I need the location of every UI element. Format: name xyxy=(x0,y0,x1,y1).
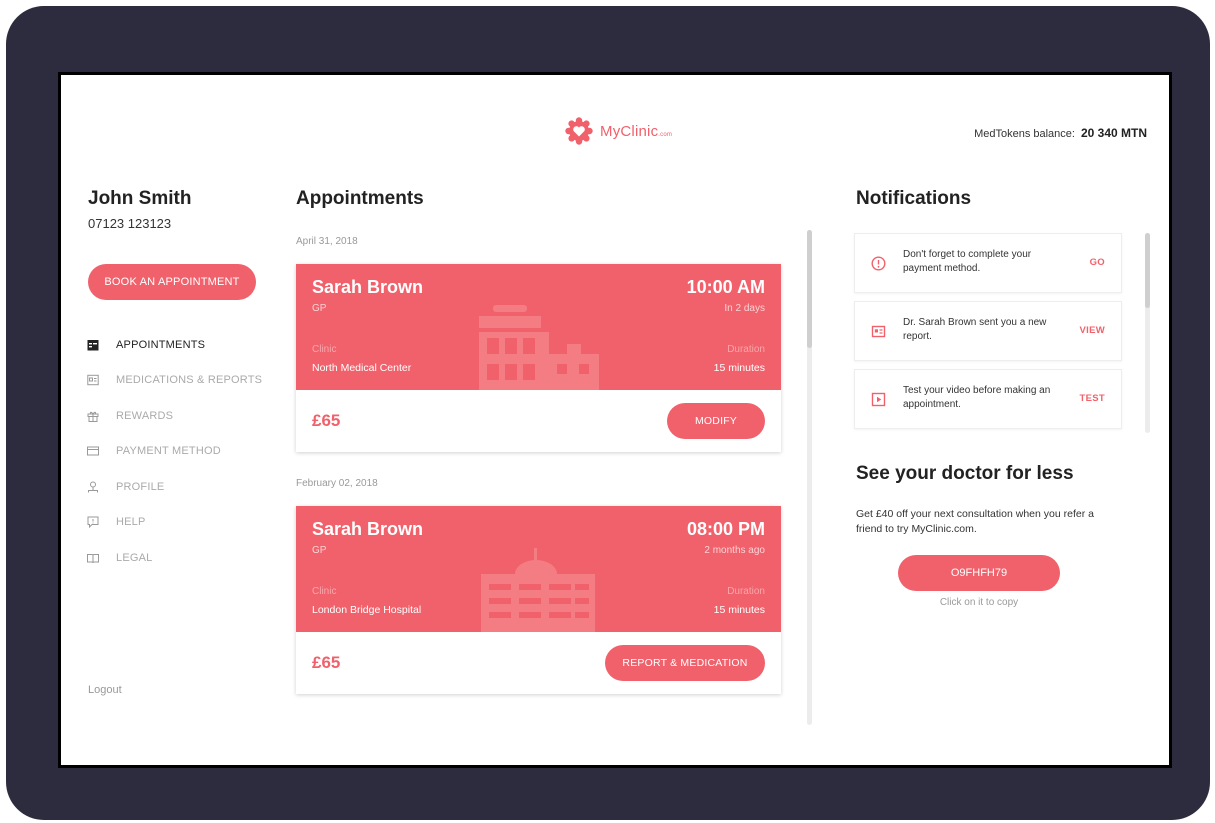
help-icon xyxy=(86,515,100,529)
user-icon xyxy=(86,480,100,494)
referral-title: See your doctor for less xyxy=(856,463,1074,484)
sidebar-nav: APPOINTMENTS MEDICATIONS & REPORTS REWAR… xyxy=(86,327,262,576)
modify-button[interactable]: MODIFY xyxy=(667,403,765,439)
duration-label: Duration xyxy=(727,586,765,597)
doctor-name: Sarah Brown xyxy=(312,277,424,297)
video-icon xyxy=(871,392,886,407)
user-phone: 07123 123123 xyxy=(88,216,172,231)
sidebar-item-appointments[interactable]: APPOINTMENTS xyxy=(86,327,262,363)
clinic-name: London Bridge Hospital xyxy=(312,604,422,616)
appointments-scrollbar[interactable] xyxy=(807,230,812,725)
sidebar-item-label: PROFILE xyxy=(116,480,165,493)
notification-view-link[interactable]: VIEW xyxy=(1080,325,1105,336)
appointment-time: 08:00 PM xyxy=(686,519,765,539)
notification-text: Don't forget to complete your payment me… xyxy=(903,249,1032,274)
notification-text: Dr. Sarah Brown sent you a new report. xyxy=(903,317,1047,342)
hospital-building-icon xyxy=(481,548,595,632)
copy-hint: Click on it to copy xyxy=(939,597,1019,608)
heart-logo-icon xyxy=(565,117,593,145)
notification-item[interactable]: Test your video before making an appoint… xyxy=(854,369,1122,429)
sidebar-item-label: PAYMENT METHOD xyxy=(116,445,221,458)
clinic-label: Clinic xyxy=(312,344,337,355)
notifications-title: Notifications xyxy=(856,188,972,209)
duration-label: Duration xyxy=(727,344,765,355)
report-medication-button[interactable]: REPORT & MEDICATION xyxy=(605,645,765,681)
appointment-card-header: Sarah Brown GP 10:00 AM In 2 days Clinic… xyxy=(296,264,781,390)
doctor-type: GP xyxy=(312,545,327,556)
sidebar-item-label: LEGAL xyxy=(116,551,153,564)
appointment-relative-time: 2 months ago xyxy=(704,545,765,556)
sidebar-item-label: APPOINTMENTS xyxy=(116,338,206,351)
sidebar-item-label: MEDICATIONS & REPORTS xyxy=(116,374,263,387)
logout-link[interactable]: Logout xyxy=(88,684,122,696)
sidebar-item-medications-reports[interactable]: MEDICATIONS & REPORTS xyxy=(86,363,262,399)
book-icon xyxy=(86,551,100,565)
clinic-building-icon xyxy=(479,305,599,390)
doctor-type: GP xyxy=(312,303,327,314)
clinic-name: North Medical Center xyxy=(312,362,412,374)
device-frame: MyClinic.com MedTokens balance: 20 340 MT… xyxy=(6,6,1210,820)
notifications-scrollbar[interactable] xyxy=(1145,233,1150,433)
logo[interactable]: MyClinic.com xyxy=(564,115,672,147)
app-screen: MyClinic.com MedTokens balance: 20 340 MT… xyxy=(58,72,1172,768)
gift-icon xyxy=(86,409,100,423)
report-icon xyxy=(86,373,100,387)
appointment-card[interactable]: Sarah Brown GP 08:00 PM 2 months ago Cli… xyxy=(296,506,781,694)
calendar-icon xyxy=(86,338,100,352)
appointment-price: £65 xyxy=(312,653,341,672)
logo-suffix: .com xyxy=(658,131,673,138)
appointment-card[interactable]: Sarah Brown GP 10:00 AM In 2 days Clinic… xyxy=(296,264,781,452)
notification-item[interactable]: Dr. Sarah Brown sent you a new report. V… xyxy=(854,301,1122,361)
medtokens-balance: MedTokens balance: 20 340 MTN xyxy=(974,126,1147,140)
doctor-name: Sarah Brown xyxy=(312,519,424,539)
referral-text: Get £40 off your next consultation when … xyxy=(856,508,1094,535)
info-icon xyxy=(871,256,886,271)
appointment-price: £65 xyxy=(312,411,341,430)
clinic-label: Clinic xyxy=(312,586,337,597)
duration-value: 15 minutes xyxy=(713,604,765,616)
referral-code-button[interactable]: O9FHFH79 xyxy=(898,555,1060,591)
user-name: John Smith xyxy=(88,188,192,209)
notification-test-link[interactable]: TEST xyxy=(1080,393,1105,404)
appointment-date: April 31, 2018 xyxy=(296,236,358,247)
sidebar-item-legal[interactable]: LEGAL xyxy=(86,540,262,576)
appointments-title: Appointments xyxy=(296,188,424,209)
notification-text: Test your video before making an appoint… xyxy=(903,385,1051,410)
appointment-card-header: Sarah Brown GP 08:00 PM 2 months ago Cli… xyxy=(296,506,781,632)
balance-value: 20 340 MTN xyxy=(1080,126,1147,140)
notification-go-link[interactable]: GO xyxy=(1090,257,1105,268)
logo-text: MyClinic xyxy=(600,122,659,140)
appointment-relative-time: In 2 days xyxy=(724,303,765,314)
notification-item[interactable]: Don't forget to complete your payment me… xyxy=(854,233,1122,293)
appointments-scrollbar-thumb[interactable] xyxy=(807,230,812,348)
sidebar-item-rewards[interactable]: REWARDS xyxy=(86,398,262,434)
sidebar-item-payment-method[interactable]: PAYMENT METHOD xyxy=(86,434,262,470)
card-icon xyxy=(86,444,100,458)
sidebar-item-profile[interactable]: PROFILE xyxy=(86,469,262,505)
book-appointment-button[interactable]: BOOK AN APPOINTMENT xyxy=(88,264,256,300)
report-icon xyxy=(871,325,886,338)
appointment-time: 10:00 AM xyxy=(686,277,765,297)
sidebar-item-label: HELP xyxy=(116,516,146,529)
duration-value: 15 minutes xyxy=(713,362,765,374)
appointment-date: February 02, 2018 xyxy=(296,478,378,489)
balance-label: MedTokens balance: xyxy=(974,128,1075,140)
sidebar-item-label: REWARDS xyxy=(116,409,174,422)
notifications-scrollbar-thumb[interactable] xyxy=(1145,233,1150,308)
sidebar-item-help[interactable]: HELP xyxy=(86,505,262,541)
